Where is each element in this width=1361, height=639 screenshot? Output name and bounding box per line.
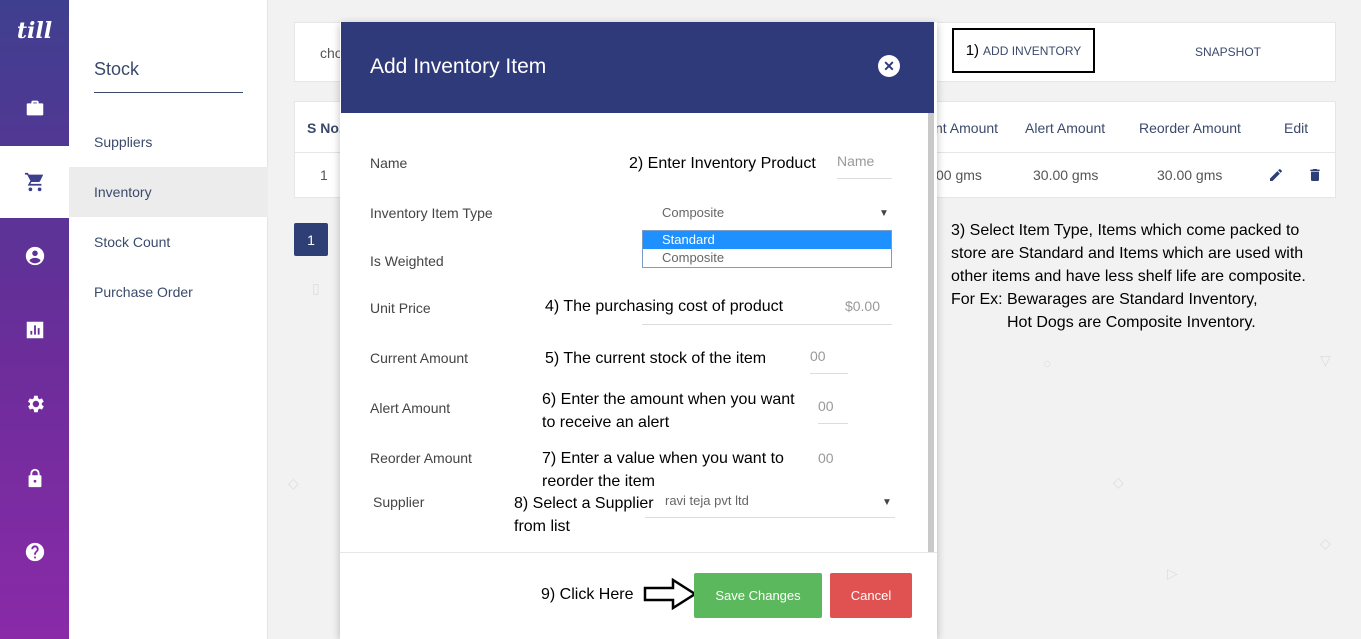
name-placeholder: Name	[837, 153, 875, 169]
bg-decoration: ▽	[1320, 352, 1331, 368]
edit-icon[interactable]	[1268, 167, 1284, 183]
page-1-button[interactable]: 1	[294, 223, 328, 256]
bg-decoration: ○	[1043, 355, 1052, 371]
supplier-value: ravi teja pvt ltd	[665, 493, 749, 508]
snapshot-button[interactable]: SNAPSHOT	[1195, 45, 1261, 59]
unit-price-label: Unit Price	[370, 300, 431, 316]
current-amount-field[interactable]: 00	[810, 348, 848, 374]
click-annotation: 9) Click Here	[541, 586, 634, 603]
supplier-label: Supplier	[373, 494, 425, 510]
till-logo: till	[16, 18, 53, 44]
add-inventory-button[interactable]: 1) ADD INVENTORY	[952, 28, 1095, 73]
alert-amount-label: Alert Amount	[370, 400, 451, 416]
bg-decoration: ◇	[288, 475, 299, 491]
chevron-down-icon: ▼	[879, 208, 889, 219]
name-field[interactable]: Name	[837, 153, 892, 179]
app-rail: till	[0, 0, 69, 639]
item-type-label: Inventory Item Type	[370, 205, 493, 221]
header-reorder-amount: Reorder Amount	[1139, 120, 1241, 136]
cell-sno: 1	[320, 167, 328, 183]
current-amount-annotation: 5) The current stock of the item	[545, 350, 767, 367]
cell-reorder-amount: 30.00 gms	[1157, 167, 1223, 183]
bg-decoration: ▯	[312, 280, 320, 296]
modal-scrollbar[interactable]	[928, 113, 934, 553]
trash-icon[interactable]	[1307, 167, 1323, 183]
alert-amount-placeholder: 00	[818, 398, 834, 414]
sidebar-item-purchase-order[interactable]: Purchase Order	[69, 267, 268, 317]
supplier-select[interactable]: ravi teja pvt ltd	[645, 490, 895, 518]
cart-icon[interactable]	[0, 146, 69, 218]
bg-decoration: ▷	[1167, 565, 1178, 581]
annotation-line: to receive an alert	[542, 414, 670, 431]
annotation-line: store are Standard and Items which are u…	[951, 245, 1304, 262]
add-inventory-label: ADD INVENTORY	[983, 43, 1082, 58]
cell-alert-amount: 30.00 gms	[1033, 167, 1099, 183]
current-amount-label: Current Amount	[370, 350, 469, 366]
header-sno: S No.	[307, 120, 343, 136]
help-icon[interactable]	[0, 528, 69, 576]
add-inventory-modal: Add Inventory Item ✕ Name 2) Enter Inven…	[340, 22, 937, 639]
name-label: Name	[370, 155, 408, 171]
bg-decoration: ◇	[1320, 535, 1331, 551]
annotation-line: 6) Enter the amount when you want	[542, 391, 795, 408]
step-number: 1)	[965, 42, 980, 59]
chart-icon[interactable]	[0, 306, 69, 354]
sidebar-item-inventory[interactable]: Inventory	[69, 167, 268, 217]
gear-icon[interactable]	[0, 380, 69, 428]
close-icon[interactable]: ✕	[878, 55, 900, 77]
unit-price-field[interactable]: $0.00	[642, 298, 892, 325]
annotation-line: Hot Dogs are Composite Inventory.	[1007, 314, 1256, 331]
cancel-button[interactable]: Cancel	[830, 573, 912, 618]
modal-footer-divider	[340, 552, 937, 553]
modal-header: Add Inventory Item ✕	[341, 22, 934, 113]
bg-decoration: ◇	[1113, 474, 1124, 490]
sidebar-title: Stock	[94, 59, 243, 93]
annotation-line: from list	[514, 518, 570, 535]
modal-title: Add Inventory Item	[370, 55, 547, 78]
cell-current-amount: 00 gms	[936, 167, 982, 183]
header-edit: Edit	[1284, 120, 1309, 136]
reorder-amount-label: Reorder Amount	[370, 450, 472, 466]
sidebar-item-suppliers[interactable]: Suppliers	[69, 117, 268, 167]
unit-price-placeholder: $0.00	[844, 298, 880, 314]
item-type-value: Composite	[662, 205, 725, 220]
alert-amount-field[interactable]: 00	[818, 398, 848, 424]
briefcase-icon[interactable]	[0, 84, 69, 132]
annotation-line: For Ex: Bewarages are Standard Inventory…	[951, 291, 1258, 308]
current-amount-placeholder: 00	[810, 348, 826, 364]
stock-sidebar: Stock Suppliers Inventory Stock Count Pu…	[69, 0, 268, 639]
annotation-line: 7) Enter a value when you want to	[542, 450, 784, 467]
save-changes-button[interactable]: Save Changes	[694, 573, 822, 618]
option-composite[interactable]: Composite	[643, 249, 891, 267]
header-alert-amount: Alert Amount	[1025, 120, 1106, 136]
alert-amount-annotation: 6) Enter the amount when you want to rec…	[542, 388, 795, 434]
name-annotation: 2) Enter Inventory Product	[629, 155, 816, 172]
annotation-line: 3) Select Item Type, Items which come pa…	[951, 222, 1300, 239]
sidebar-item-stock-count[interactable]: Stock Count	[69, 217, 268, 267]
reorder-amount-field[interactable]: 00	[818, 450, 834, 466]
arrow-right-icon	[643, 578, 697, 610]
chevron-down-icon: ▼	[882, 497, 892, 508]
reorder-amount-annotation: 7) Enter a value when you want to reorde…	[542, 447, 784, 493]
header-current-amount: nt Amount	[935, 120, 999, 136]
supplier-annotation: 8) Select a Supplier from list	[514, 492, 654, 538]
annotation-line: other items and have less shelf life are…	[951, 268, 1306, 285]
item-type-annotation: 3) Select Item Type, Items which come pa…	[951, 219, 1351, 334]
is-weighted-label: Is Weighted	[370, 253, 444, 269]
annotation-line: 8) Select a Supplier	[514, 495, 654, 512]
option-standard[interactable]: Standard	[643, 231, 891, 249]
item-type-dropdown: Standard Composite	[642, 230, 892, 268]
lock-icon[interactable]	[0, 454, 69, 502]
user-icon[interactable]	[0, 232, 69, 280]
